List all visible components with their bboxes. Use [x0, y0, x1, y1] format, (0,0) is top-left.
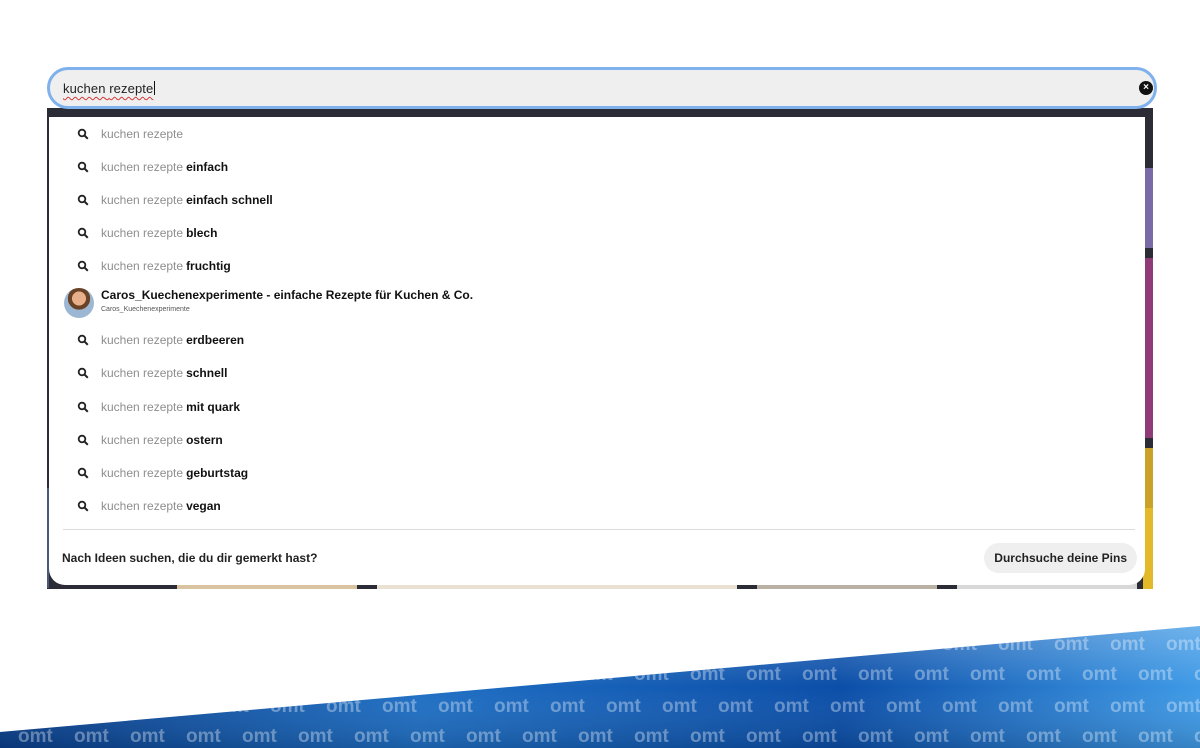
- omt-logo-text: omt: [634, 664, 670, 685]
- omt-logo-text: omt: [102, 696, 138, 717]
- omt-logo-text: omt: [410, 726, 446, 747]
- omt-logo-text: omt: [466, 726, 502, 747]
- omt-logo-text: omt: [550, 634, 586, 655]
- omt-logo-text: omt: [830, 634, 866, 655]
- omt-logo-text: omt: [1194, 664, 1200, 685]
- omt-logo-text: omt: [102, 634, 138, 655]
- omt-logo-text: omt: [354, 664, 390, 685]
- omt-logo-text: omt: [130, 664, 166, 685]
- omt-logo-text: omt: [550, 696, 586, 717]
- omt-logo-text: omt: [998, 634, 1034, 655]
- omt-logo-text: omt: [886, 696, 922, 717]
- omt-logo-text: omt: [158, 696, 194, 717]
- omt-logo-text: omt: [914, 726, 950, 747]
- omt-logo-text: omt: [690, 726, 726, 747]
- omt-logo-text: omt: [242, 664, 278, 685]
- omt-logo-text: omt: [1166, 634, 1200, 655]
- omt-logo-text: omt: [270, 634, 306, 655]
- omt-logo-text: omt: [18, 664, 54, 685]
- omt-logo-text: omt: [438, 696, 474, 717]
- omt-logo-text: omt: [214, 696, 250, 717]
- omt-logo-text: omt: [270, 696, 306, 717]
- omt-logo-text: omt: [802, 726, 838, 747]
- omt-logo-text: omt: [74, 726, 110, 747]
- omt-logo-text: omt: [578, 664, 614, 685]
- omt-logo-text: omt: [578, 726, 614, 747]
- omt-logo-text: omt: [410, 664, 446, 685]
- omt-logo-text: omt: [1110, 634, 1146, 655]
- omt-logo-text: omt: [774, 696, 810, 717]
- omt-logo-text: omt: [522, 726, 558, 747]
- omt-logo-text: omt: [494, 696, 530, 717]
- omt-logo-text: omt: [662, 696, 698, 717]
- omt-logo-text: omt: [914, 664, 950, 685]
- omt-logo-text: omt: [942, 696, 978, 717]
- omt-logo-text: omt: [858, 726, 894, 747]
- omt-logo-text: omt: [74, 664, 110, 685]
- omt-logo-text: omt: [242, 726, 278, 747]
- omt-logo-text: omt: [746, 726, 782, 747]
- omt-logo-text: omt: [718, 696, 754, 717]
- omt-logo-text: omt: [158, 634, 194, 655]
- omt-logo-text: omt: [1026, 726, 1062, 747]
- omt-logo-text: omt: [634, 726, 670, 747]
- omt-logo-text: omt: [858, 664, 894, 685]
- omt-logo-text: omt: [970, 664, 1006, 685]
- omt-logo-text: omt: [1138, 664, 1174, 685]
- omt-logo-text: omt: [606, 634, 642, 655]
- omt-logo-text: omt: [382, 634, 418, 655]
- omt-logo-text: omt: [718, 634, 754, 655]
- omt-logo-text: omt: [1054, 634, 1090, 655]
- omt-logo-text: omt: [214, 634, 250, 655]
- omt-logo-text: omt: [326, 696, 362, 717]
- omt-logo-text: omt: [690, 664, 726, 685]
- omt-logo-text: omt: [1054, 696, 1090, 717]
- omt-logo-text: omt: [0, 634, 26, 655]
- omt-logo-text: omt: [746, 664, 782, 685]
- omt-logo-text: omt: [466, 664, 502, 685]
- omt-logo-text: omt: [130, 726, 166, 747]
- omt-logo-text: omt: [326, 634, 362, 655]
- omt-logo-text: omt: [438, 634, 474, 655]
- omt-logo-text: omt: [1082, 664, 1118, 685]
- omt-logo-text: omt: [18, 726, 54, 747]
- omt-logo-text: omt: [662, 634, 698, 655]
- omt-logo-text: omt: [382, 696, 418, 717]
- omt-logo-text: omt: [774, 634, 810, 655]
- omt-logo-text: omt: [298, 664, 334, 685]
- omt-logo-text: omt: [1082, 726, 1118, 747]
- omt-logo-text: omt: [1138, 726, 1174, 747]
- omt-logo-text: omt: [1166, 696, 1200, 717]
- omt-logo-text: omt: [522, 664, 558, 685]
- omt-logo-text: omt: [186, 664, 222, 685]
- omt-logo-text: omt: [942, 634, 978, 655]
- omt-logo-text: omt: [970, 726, 1006, 747]
- omt-logo-text: omt: [494, 634, 530, 655]
- omt-logo-text: omt: [1026, 664, 1062, 685]
- omt-logo-text: omt: [0, 696, 26, 717]
- omt-logo-text: omt: [886, 634, 922, 655]
- omt-logo-text: omt: [830, 696, 866, 717]
- omt-logo-text: omt: [606, 696, 642, 717]
- omt-logo-text: omt: [46, 696, 82, 717]
- omt-logo-text: omt: [1110, 696, 1146, 717]
- omt-logo-text: omt: [186, 726, 222, 747]
- omt-logo-text: omt: [802, 664, 838, 685]
- omt-logo-text: omt: [998, 696, 1034, 717]
- omt-logo-text: omt: [46, 634, 82, 655]
- omt-logo-text: omt: [354, 726, 390, 747]
- omt-logo-text: omt: [1194, 726, 1200, 747]
- omt-banner: omtomtomtomtomtomtomtomtomtomtomtomtomto…: [0, 626, 1200, 748]
- omt-logo-text: omt: [298, 726, 334, 747]
